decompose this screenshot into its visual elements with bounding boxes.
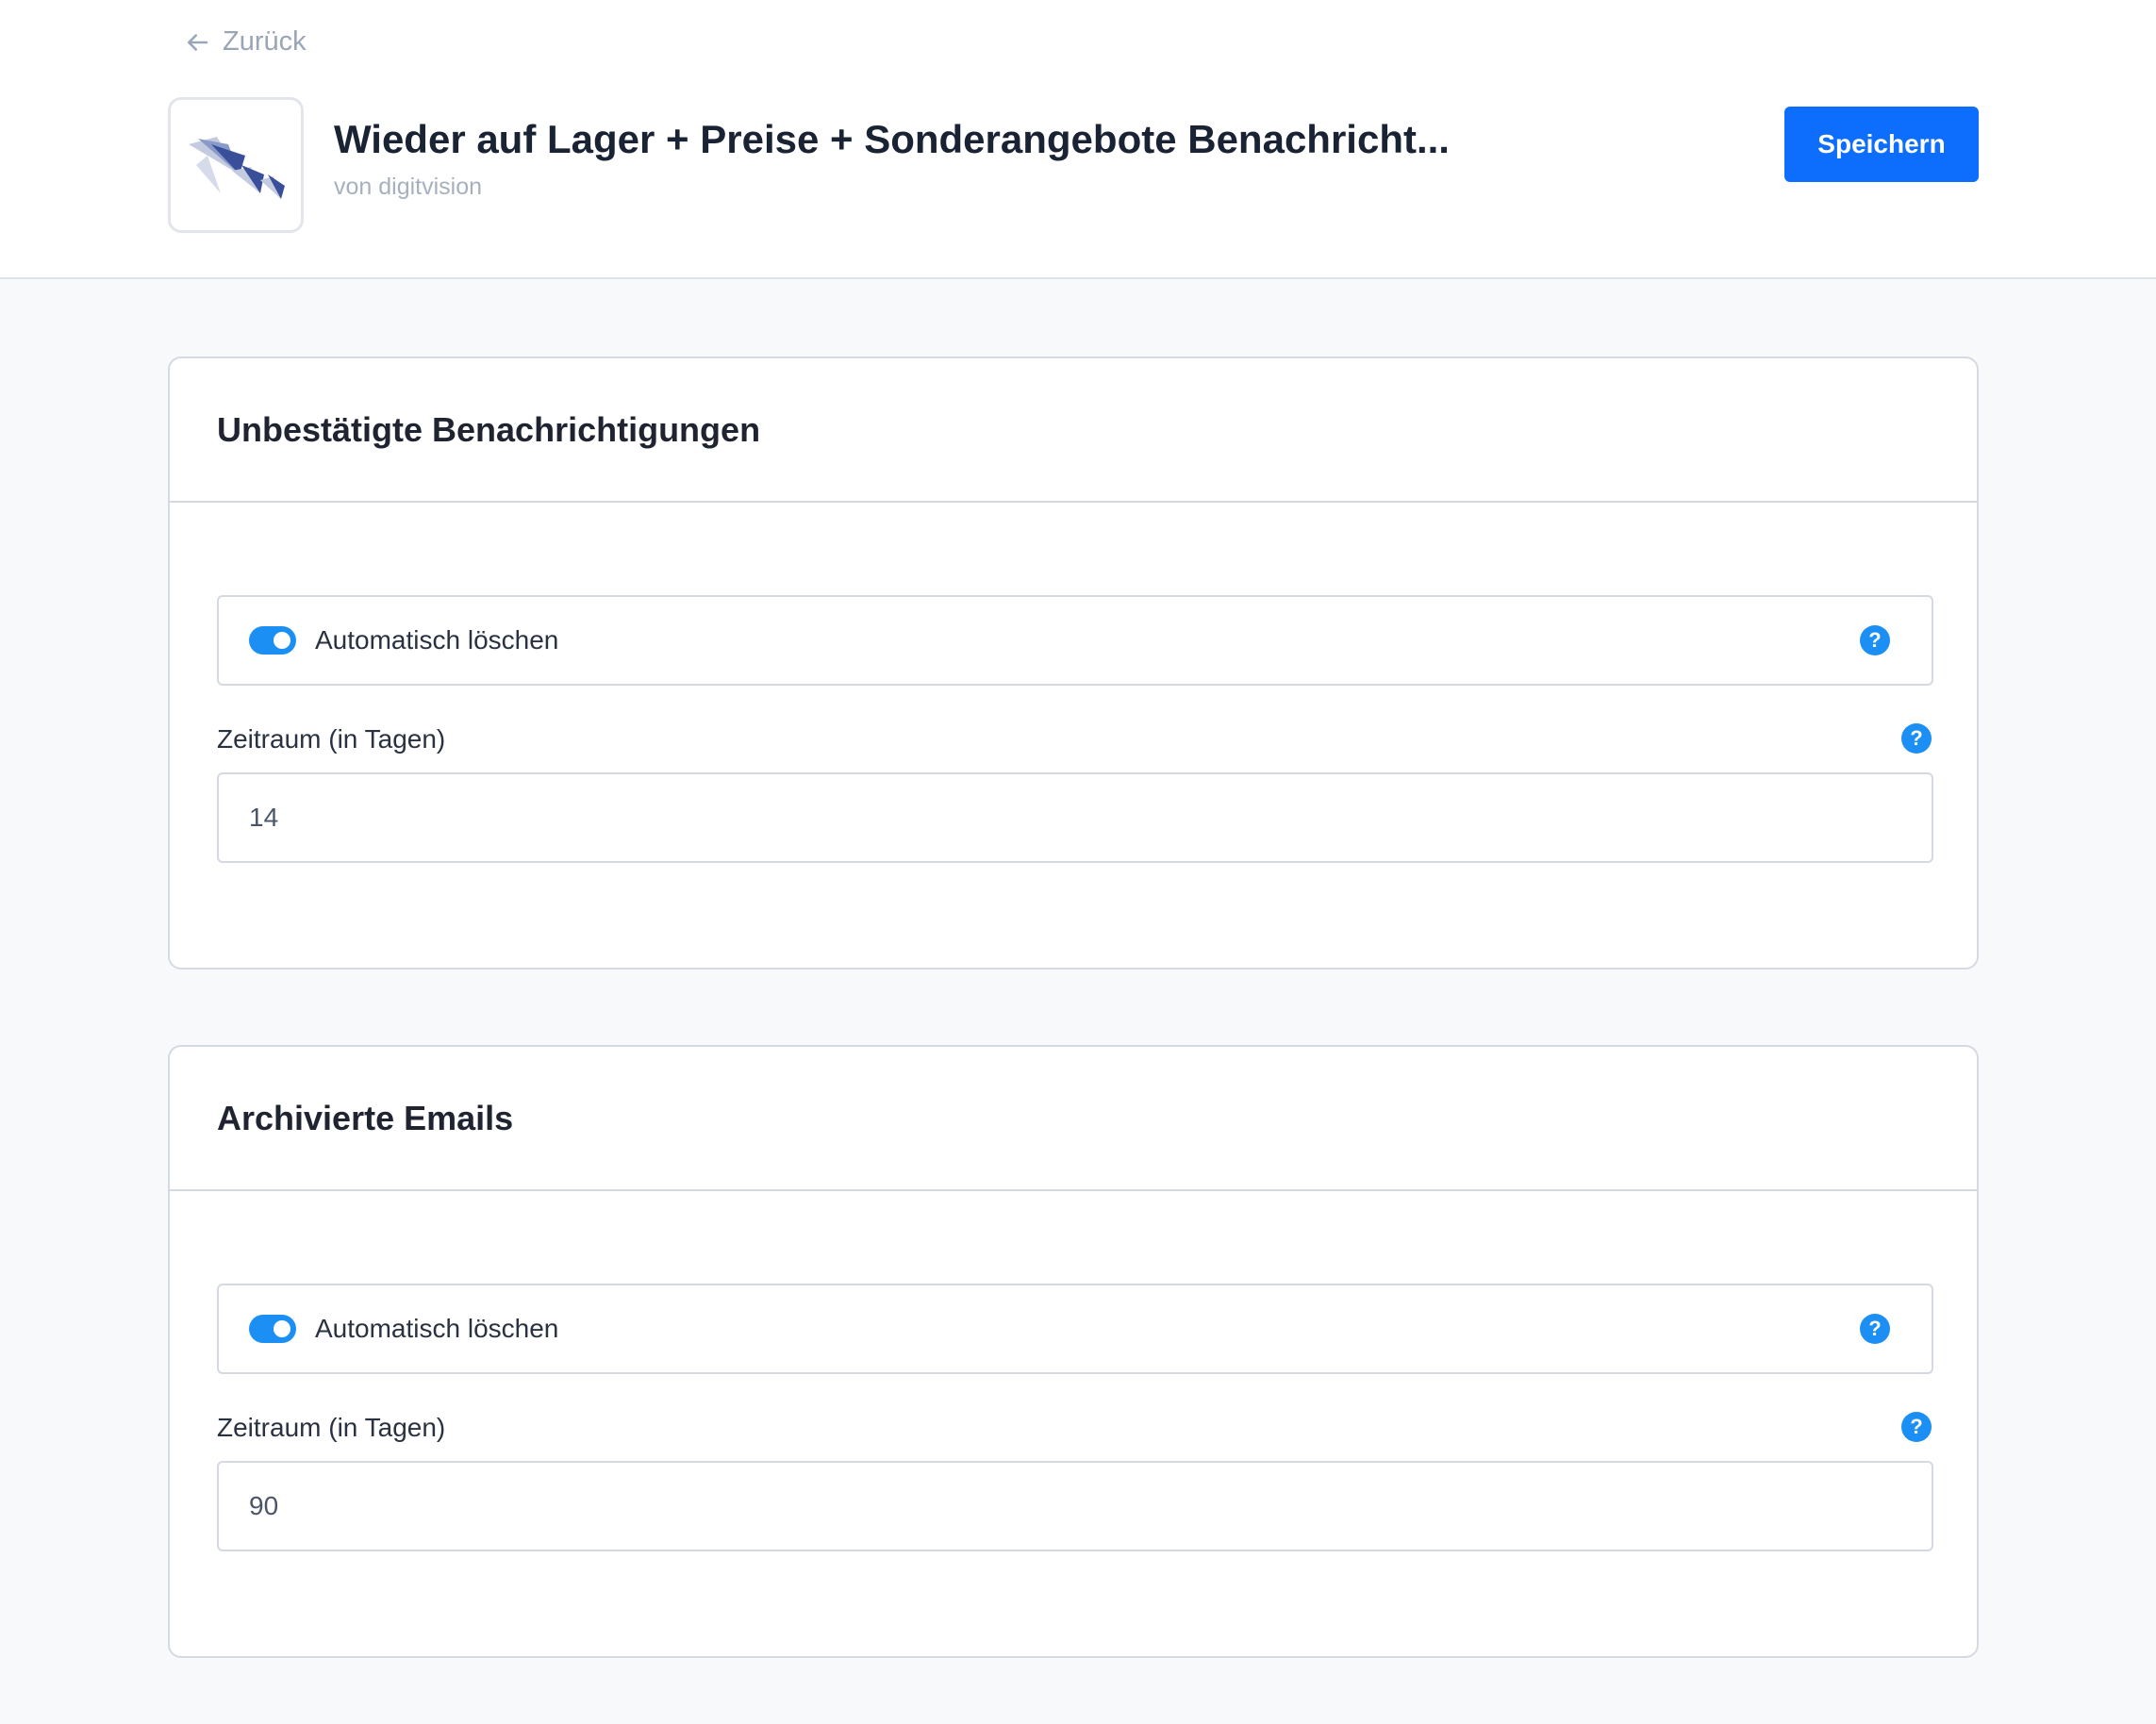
app-logo-icon [168,97,304,233]
arrow-left-icon [188,33,208,51]
help-icon[interactable]: ? [1860,625,1890,655]
help-icon[interactable]: ? [1860,1314,1890,1344]
back-label: Zurück [223,26,307,57]
auto-delete-label: Automatisch löschen [315,1314,559,1343]
back-link[interactable]: Zurück [183,26,307,58]
app-title: Wieder auf Lager + Preise + Sonderangebo… [334,117,1450,161]
section-archived-emails: Archivierte Emails Automatisch löschen ?… [168,1045,1979,1658]
section-unconfirmed-notifications: Unbestätigte Benachrichtigungen Automati… [168,356,1979,970]
period-label: Zeitraum (in Tagen) [217,724,446,754]
auto-delete-row: Automatisch löschen ? [217,595,1933,686]
auto-delete-row: Automatisch löschen ? [217,1284,1933,1374]
auto-delete-toggle[interactable] [249,1315,296,1343]
section-header: Unbestätigte Benachrichtigungen [170,358,1977,503]
app-vendor: von digitvision [334,174,483,200]
section-header: Archivierte Emails [170,1047,1977,1191]
section-title: Archivierte Emails [217,1098,514,1137]
period-days-input[interactable] [217,772,1933,863]
page-header: Zurück Wieder auf Lager + Preise + Sonde… [0,0,2156,279]
section-title: Unbestätigte Benachrichtigungen [217,409,761,449]
save-button[interactable]: Speichern [1784,107,1979,182]
period-days-input[interactable] [217,1461,1933,1551]
period-label: Zeitraum (in Tagen) [217,1413,446,1442]
auto-delete-label: Automatisch löschen [315,625,559,655]
help-icon[interactable]: ? [1901,723,1932,754]
auto-delete-toggle[interactable] [249,626,296,655]
help-icon[interactable]: ? [1901,1412,1932,1442]
